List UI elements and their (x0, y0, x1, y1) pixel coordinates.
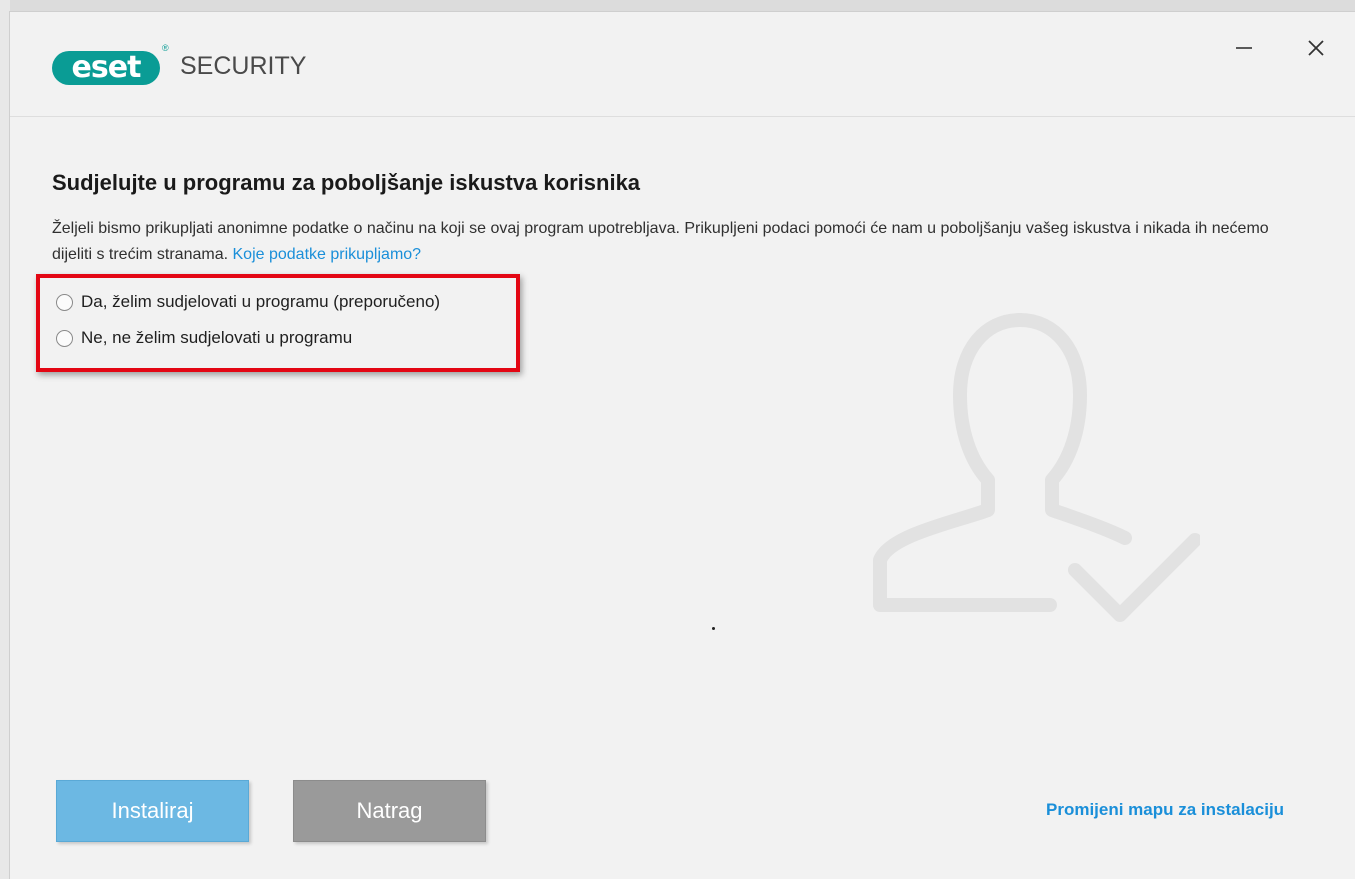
minimize-button[interactable] (1222, 28, 1266, 68)
radio-button-participate[interactable] (56, 293, 73, 311)
change-install-folder-link[interactable]: Promijeni mapu za instalaciju (1046, 800, 1284, 820)
eset-logo-badge: eset (52, 51, 160, 85)
page-description: Željeli bismo prikupljati anonimne podat… (52, 216, 1312, 268)
option-decline-label: Ne, ne želim sudjelovati u programu (81, 328, 353, 347)
title-bar: eset ® SECURITY (10, 12, 1355, 117)
screen: eset ® SECURITY Sudjelujte u programu za… (0, 0, 1355, 879)
minimize-icon (1236, 47, 1252, 49)
option-participate[interactable]: Da, želim sudjelovati u programu (prepor… (56, 292, 440, 312)
eset-logo: eset ® (52, 43, 192, 87)
options-highlight (36, 274, 520, 372)
install-button[interactable]: Instaliraj (56, 780, 249, 842)
close-button[interactable] (1294, 28, 1338, 68)
user-check-icon (873, 313, 1200, 622)
option-participate-label: Da, želim sudjelovati u programu (prepor… (81, 292, 441, 311)
product-name: SECURITY (180, 52, 307, 80)
radio-button-decline[interactable] (56, 329, 73, 347)
background-window-edge (0, 0, 10, 879)
installer-window: eset ® SECURITY Sudjelujte u programu za… (10, 12, 1355, 879)
page-title: Sudjelujte u programu za poboljšanje isk… (52, 170, 641, 195)
registered-mark: ® (162, 43, 169, 53)
cursor-dot (712, 627, 715, 630)
close-icon (1308, 40, 1324, 56)
learn-more-link[interactable]: Koje podatke prikupljamo? (233, 246, 422, 263)
option-decline[interactable]: Ne, ne želim sudjelovati u programu (56, 328, 352, 348)
back-button[interactable]: Natrag (293, 780, 486, 842)
